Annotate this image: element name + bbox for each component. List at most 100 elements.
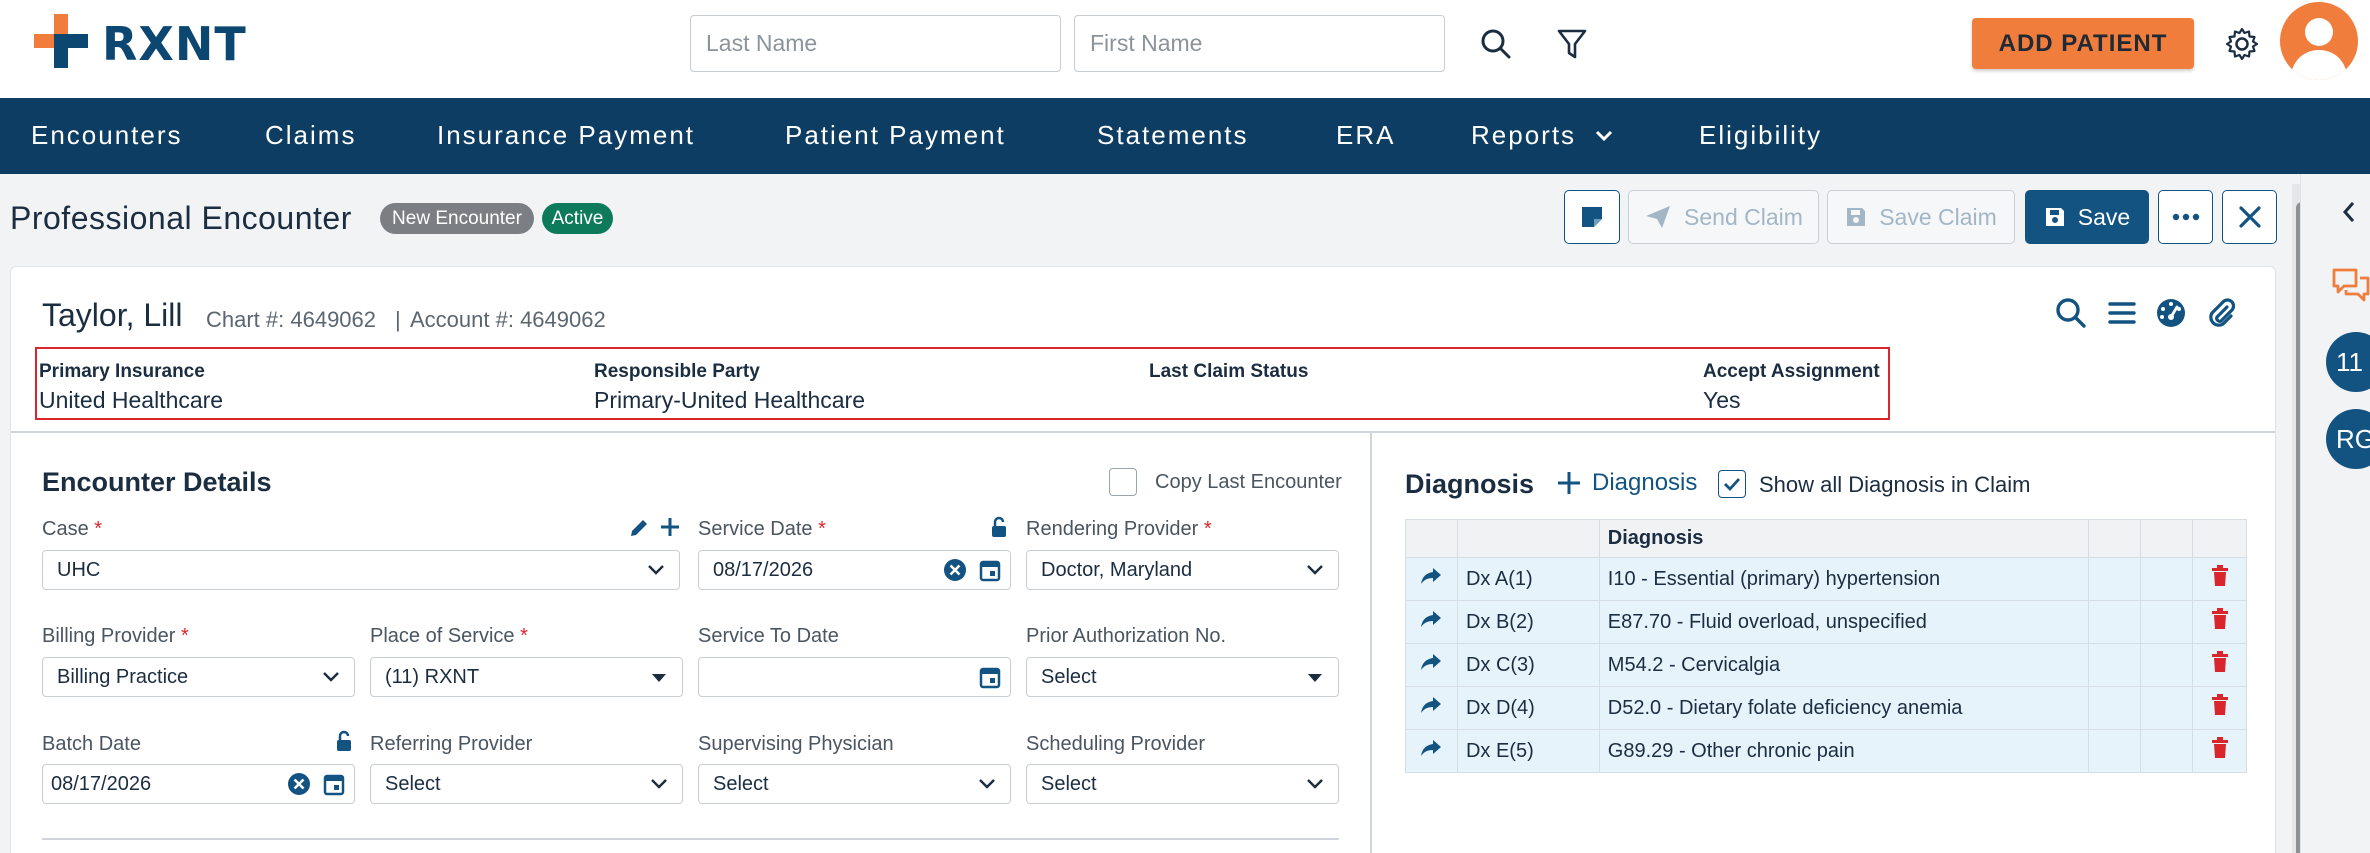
share-arrow-icon — [1421, 568, 1442, 584]
dashboard-gauge-icon[interactable] — [2155, 297, 2187, 329]
diagnosis-row[interactable]: Dx D(4) D52.0 - Dietary folate deficienc… — [1405, 686, 2247, 730]
delete-cell[interactable] — [2192, 729, 2247, 773]
chevron-left-icon[interactable] — [2340, 200, 2358, 224]
unlock-icon[interactable] — [333, 730, 355, 752]
rendering-provider-label: Rendering Provider * — [1026, 518, 1212, 541]
prior-authorization-select[interactable]: Select — [1026, 657, 1339, 697]
case-select[interactable]: UHC — [42, 550, 680, 590]
delete-cell[interactable] — [2192, 643, 2247, 687]
search-icon[interactable] — [2055, 297, 2087, 329]
referring-provider-label: Referring Provider — [370, 733, 533, 755]
trash-icon — [2211, 694, 2228, 715]
first-name-input[interactable] — [1074, 15, 1445, 72]
responsible-party-label: Responsible Party — [594, 361, 760, 382]
header-cell-blank — [2192, 519, 2247, 558]
delete-cell[interactable] — [2192, 600, 2247, 644]
unlock-icon[interactable] — [988, 516, 1010, 538]
save-claim-button[interactable]: Save Claim — [1827, 190, 2015, 244]
floppy-disk-icon — [2045, 208, 2064, 226]
billing-provider-label: Billing Provider * — [42, 625, 189, 648]
encounter-card: Taylor, Lill Chart #: 4649062 | Account … — [10, 266, 2276, 853]
filter-icon[interactable] — [1552, 24, 1592, 64]
pointer-arrow-cell[interactable] — [1405, 643, 1458, 687]
diagnosis-row[interactable]: Dx B(2) E87.70 - Fluid overload, unspeci… — [1405, 600, 2247, 644]
scheduling-provider-select[interactable]: Select — [1026, 764, 1339, 804]
diagnosis-table: Diagnosis Dx A(1) I10 - Essential (prima… — [1405, 519, 2247, 773]
chat-bubbles-icon[interactable] — [2330, 266, 2370, 306]
supervising-physician-select[interactable]: Select — [698, 764, 1011, 804]
service-date-label: Service Date * — [698, 518, 826, 541]
nav-era[interactable]: ERA — [1336, 120, 1395, 151]
calendar-icon[interactable] — [979, 665, 1001, 689]
pencil-icon[interactable] — [628, 517, 650, 539]
nav-claims[interactable]: Claims — [265, 120, 356, 151]
send-claim-button[interactable]: Send Claim — [1628, 190, 1819, 244]
trash-icon — [2211, 565, 2228, 586]
pointer-arrow-cell[interactable] — [1405, 557, 1458, 601]
calendar-icon[interactable] — [323, 772, 345, 796]
header-cell-blank — [1456, 519, 1600, 558]
blank-cell — [2088, 686, 2142, 730]
dx-pointer: Dx B(2) — [1456, 600, 1600, 644]
diagnosis-row[interactable]: Dx A(1) I10 - Essential (primary) hypert… — [1405, 557, 2247, 601]
nav-eligibility[interactable]: Eligibility — [1699, 120, 1822, 151]
active-badge: Active — [542, 203, 613, 234]
nav-statements[interactable]: Statements — [1097, 120, 1249, 151]
nav-reports[interactable]: Reports — [1471, 120, 1614, 151]
case-label-text: Case — [42, 518, 89, 540]
column-divider — [1370, 432, 1372, 853]
more-options-button[interactable] — [2158, 190, 2213, 244]
sticky-note-icon — [1582, 207, 1602, 227]
search-icon[interactable] — [1476, 24, 1516, 64]
delete-cell[interactable] — [2192, 557, 2247, 601]
close-button[interactable] — [2222, 190, 2277, 244]
supervising-physician-value: Select — [713, 772, 769, 795]
pointer-arrow-cell[interactable] — [1405, 729, 1458, 773]
dx-pointer: Dx A(1) — [1456, 557, 1600, 601]
nav-patient-payment[interactable]: Patient Payment — [785, 120, 1006, 151]
clear-icon[interactable] — [287, 772, 311, 796]
list-icon[interactable] — [2107, 297, 2137, 329]
gear-icon[interactable] — [2222, 24, 2262, 64]
referring-provider-select[interactable]: Select — [370, 764, 683, 804]
add-patient-button[interactable]: ADD PATIENT — [1972, 18, 2194, 69]
service-to-date-input[interactable] — [698, 657, 1011, 697]
delete-cell[interactable] — [2192, 686, 2247, 730]
patient-name: Taylor, Lill — [42, 297, 183, 333]
save-label: Save — [2077, 203, 2131, 230]
required-mark: * — [180, 625, 189, 647]
nav-insurance-payment[interactable]: Insurance Payment — [437, 120, 695, 151]
calendar-icon[interactable] — [979, 558, 1001, 582]
billing-provider-select[interactable]: Billing Practice — [42, 657, 355, 697]
place-of-service-select[interactable]: (11) RXNT — [370, 657, 683, 697]
rendering-provider-select[interactable]: Doctor, Maryland — [1026, 550, 1339, 590]
paperclip-icon[interactable] — [2205, 297, 2237, 329]
save-button[interactable]: Save — [2025, 190, 2149, 244]
add-diagnosis-button[interactable]: Diagnosis — [1556, 469, 1697, 497]
top-bar: RXNT ADD PATIENT — [0, 0, 2370, 98]
required-mark: * — [1203, 518, 1212, 540]
nav-encounters[interactable]: Encounters — [31, 120, 183, 151]
blank-cell — [2088, 600, 2142, 644]
service-date-input[interactable]: 08/17/2026 — [698, 550, 1011, 590]
last-name-input[interactable] — [690, 15, 1061, 72]
chevron-down-icon — [323, 672, 339, 682]
copy-last-encounter-checkbox[interactable] — [1109, 468, 1137, 496]
rxnt-logo[interactable]: RXNT — [34, 14, 247, 74]
user-avatar[interactable] — [2280, 2, 2358, 80]
batch-date-input[interactable]: 08/17/2026 — [42, 764, 355, 804]
plus-icon[interactable] — [659, 516, 681, 538]
clear-icon[interactable] — [943, 558, 967, 582]
show-all-diagnosis-checkbox[interactable] — [1718, 470, 1746, 498]
pointer-arrow-cell[interactable] — [1405, 600, 1458, 644]
dx-description: E87.70 - Fluid overload, unspecified — [1598, 600, 2090, 644]
sticky-note-button[interactable] — [1564, 190, 1620, 244]
floppy-disk-icon — [1847, 208, 1866, 226]
diagnosis-column-header: Diagnosis — [1598, 519, 2090, 558]
diagnosis-row[interactable]: Dx E(5) G89.29 - Other chronic pain — [1405, 729, 2247, 773]
diagnosis-row[interactable]: Dx C(3) M54.2 - Cervicalgia — [1405, 643, 2247, 687]
pointer-arrow-cell[interactable] — [1405, 686, 1458, 730]
blank-cell — [2140, 729, 2194, 773]
rxnt-cross-icon — [34, 14, 88, 68]
share-arrow-icon — [1421, 740, 1442, 756]
